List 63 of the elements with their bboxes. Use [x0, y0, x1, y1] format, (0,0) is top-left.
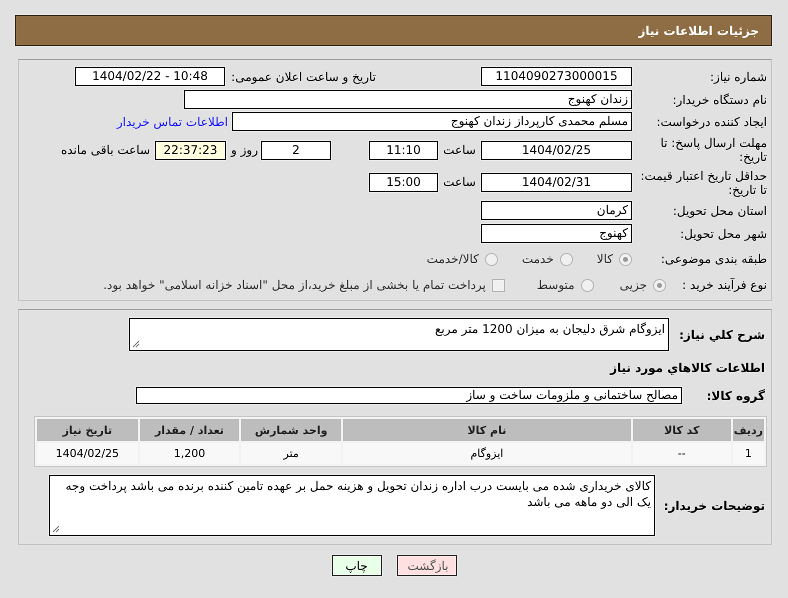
- city-field: کهنوج: [481, 224, 632, 243]
- column-header: تاریخ نیاز: [37, 419, 138, 441]
- column-header: واحد شمارش: [241, 419, 342, 441]
- buyer-contact-link[interactable]: اطلاعات تماس خریدار: [116, 114, 228, 128]
- remaining-label: ساعت باقی مانده: [60, 143, 150, 157]
- radio-button[interactable]: [580, 278, 594, 292]
- time-label: ساعت: [442, 175, 477, 189]
- radio-label: جزیی: [620, 278, 647, 292]
- field-label: مهلت ارسال پاسخ: تا تاریخ:: [659, 136, 768, 164]
- section-heading: اطلاعات كالاهاي مورد نياز: [610, 361, 766, 375]
- days-label: روز و: [230, 143, 259, 157]
- field-label: تاریخ و ساعت اعلان عمومی:: [230, 70, 377, 84]
- field-label: ایجاد کننده درخواست:: [655, 114, 768, 128]
- buyer-org-field: زندان کهنوج: [184, 90, 632, 109]
- creator-field: مسلم محمدی کارپرداز زندان کهنوج: [232, 112, 632, 131]
- radio-button[interactable]: [484, 252, 498, 266]
- checkbox[interactable]: [492, 278, 505, 292]
- field-label: حداقل تاریخ اعتبار قیمت: تا تاریخ:: [639, 168, 768, 197]
- radio-label: خدمت: [522, 252, 554, 266]
- radio-label: متوسط: [536, 278, 575, 292]
- deadline-time-field: 11:10: [369, 140, 438, 160]
- table-cell: --: [632, 443, 731, 464]
- column-header: کد کالا: [632, 419, 731, 441]
- radio-button[interactable]: [653, 278, 666, 292]
- table-cell: ایزوگام: [343, 443, 631, 464]
- table-cell: 1: [732, 443, 764, 464]
- radio-button[interactable]: [560, 252, 573, 266]
- days-field: 2: [261, 140, 331, 160]
- resize-grip-icon[interactable]: [52, 525, 60, 533]
- field-label: شرح کلي نياز:: [678, 328, 766, 342]
- column-header: ردیف: [732, 419, 764, 441]
- field-label: شماره نیاز:: [709, 70, 768, 84]
- radio-button[interactable]: [619, 252, 632, 266]
- field-label: طبقه بندی موضوعی:: [660, 252, 768, 266]
- resize-grip-icon[interactable]: [132, 340, 140, 348]
- deadline-date-field: 1404/02/25: [481, 140, 632, 160]
- time-label: ساعت: [442, 143, 477, 157]
- remaining-time-field: 22:37:23: [155, 140, 226, 160]
- back-button[interactable]: بازگشت: [396, 555, 456, 576]
- field-label: گروه کالا:: [706, 388, 766, 402]
- page-title: جزئیات اطلاعات نیاز: [638, 24, 759, 38]
- need-number-field: 1104090273000015: [481, 67, 632, 86]
- goods-group-field: مصالح ساختمانی و ملزومات ساخت و ساز: [136, 387, 682, 404]
- table-cell: 1,200: [140, 443, 240, 464]
- validity-date-field: 1404/02/31: [481, 172, 632, 192]
- field-label: توضیحات خریدار:: [662, 498, 766, 512]
- notes-text: کالای خریداری شده می بایست درب اداره زندان تحویل و هزینه حمل بر عهده تامین کننده برنده می باشد پرداخت وجه یک الی دو ماهه می باشد: [65, 479, 651, 509]
- field-label: نام دستگاه خریدار:: [672, 92, 768, 106]
- description-text: ایزوگام شرق دلیجان به میزان 1200 متر مربع: [435, 322, 665, 336]
- field-label: استان محل تحویل:: [672, 204, 768, 218]
- field-label: شهر محل تحویل:: [679, 226, 768, 240]
- radio-label: کالا/خدمت: [426, 252, 479, 266]
- table-cell: 1404/02/25: [37, 443, 138, 464]
- table-cell: متر: [241, 443, 342, 464]
- announce-date-field: 1404/02/22 - 10:48: [75, 67, 225, 86]
- validity-time-field: 15:00: [369, 172, 438, 192]
- column-header: تعداد / مقدار: [140, 419, 240, 441]
- field-label: نوع فرآیند خرید :: [681, 278, 768, 292]
- province-field: کرمان: [481, 201, 632, 220]
- radio-label: کالا: [596, 252, 613, 266]
- print-button[interactable]: چاپ: [332, 555, 382, 576]
- column-header: نام کالا: [343, 419, 631, 441]
- checkbox-label: پرداخت تمام یا بخشی از مبلغ خرید،از محل "اسناد خزانه اسلامی" خواهد بود.: [103, 278, 486, 292]
